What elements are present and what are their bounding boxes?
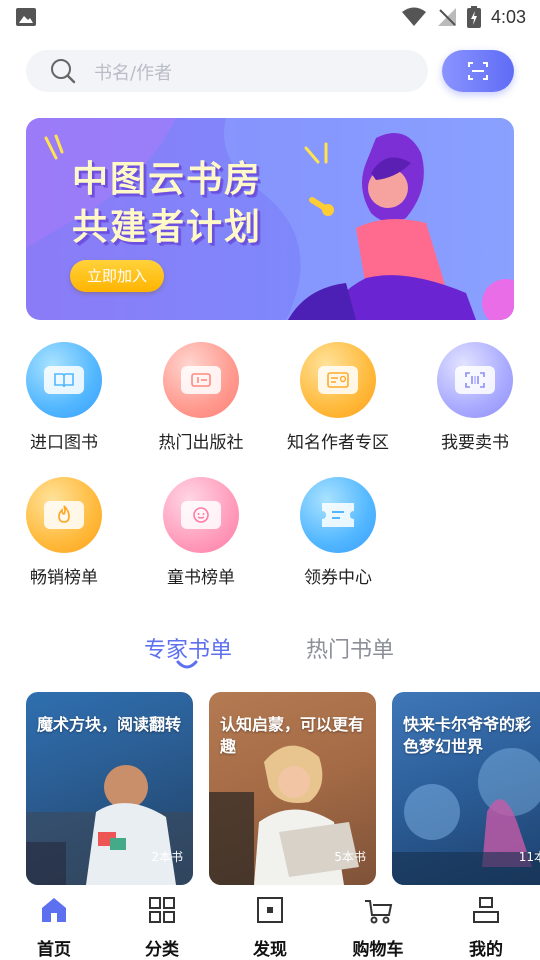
wifi-icon (401, 7, 426, 26)
nav-label: 发现 (253, 940, 287, 960)
nav-home[interactable]: 首页 (14, 895, 94, 960)
booklist-card[interactable]: 魔术方块，阅读翻转 2本书 (26, 692, 193, 885)
booklist-title: 魔术方块，阅读翻转 (37, 715, 182, 734)
booklist-title: 认知启蒙，可以更有趣 (220, 715, 365, 756)
cart-icon (365, 900, 393, 924)
bottom-navigation: 首页 分类 发现 购物车 我的 (0, 885, 540, 960)
nav-profile[interactable]: 我的 (446, 895, 526, 960)
category-coupon-center[interactable]: 领券中心 (278, 477, 398, 588)
active-tab-indicator (176, 660, 198, 669)
promo-banner[interactable]: 中图云书房 共建者计划 立即加入 (26, 118, 514, 320)
scan-barcode-icon (437, 342, 513, 418)
home-icon (42, 898, 66, 922)
status-bar: 4:03 (0, 0, 540, 36)
book-icon (26, 342, 102, 418)
status-time: 4:03 (490, 6, 526, 27)
no-signal-icon (437, 8, 456, 26)
category-children-books[interactable]: 童书榜单 (141, 477, 261, 588)
grid-icon (149, 897, 175, 923)
join-now-button[interactable]: 立即加入 (70, 260, 164, 292)
profile-icon (473, 897, 499, 923)
category-label: 畅销榜单 (30, 568, 98, 588)
booklist-count: 11本书 (518, 850, 540, 864)
category-imported-books[interactable]: 进口图书 (4, 342, 124, 453)
category-label: 童书榜单 (167, 568, 235, 588)
booklist-title: 快来卡尔爷爷的彩色梦幻世界 (403, 715, 532, 756)
flame-icon (26, 477, 102, 553)
nav-cart[interactable]: 购物车 (338, 895, 418, 960)
search-icon (51, 59, 76, 84)
nav-label: 首页 (37, 940, 71, 960)
category-label: 进口图书 (30, 433, 98, 453)
booklist-count: 5本书 (334, 850, 366, 864)
booklist-card[interactable]: 认知启蒙，可以更有趣 5本书 (209, 692, 376, 885)
booklist-card[interactable]: 快来卡尔爷爷的彩色梦幻世界 11本书 (392, 692, 540, 885)
scan-icon (468, 62, 488, 80)
image-notification-icon (16, 8, 36, 26)
booklist-count: 2本书 (151, 850, 183, 864)
banner-title-line2: 共建者计划 (72, 207, 263, 248)
battery-icon (466, 6, 481, 28)
banner-title-line1: 中图云书房 (72, 159, 263, 200)
search-input[interactable]: 书名/作者 (94, 59, 172, 85)
tab-popular-booklists[interactable]: 热门书单 (306, 632, 394, 664)
ticket-icon (163, 342, 239, 418)
search-bar[interactable]: 书名/作者 (26, 50, 428, 92)
category-label: 知名作者专区 (287, 433, 389, 453)
category-popular-publishers[interactable]: 热门出版社 (141, 342, 261, 453)
nav-label: 分类 (145, 940, 179, 960)
discover-icon (257, 897, 283, 923)
nav-label: 购物车 (352, 940, 404, 960)
coupon-icon (300, 477, 376, 553)
category-bestsellers[interactable]: 畅销榜单 (4, 477, 124, 588)
category-sell-books[interactable]: 我要卖书 (415, 342, 535, 453)
category-label: 领券中心 (304, 568, 372, 588)
category-label: 热门出版社 (158, 433, 244, 453)
category-famous-authors[interactable]: 知名作者专区 (278, 342, 398, 453)
banner-title: 中图云书房 共建者计划 (72, 156, 262, 252)
nav-discover[interactable]: 发现 (230, 895, 310, 960)
nav-label: 我的 (469, 940, 503, 960)
child-face-icon (163, 477, 239, 553)
scan-button[interactable] (442, 50, 514, 92)
author-card-icon (300, 342, 376, 418)
category-label: 我要卖书 (441, 433, 509, 453)
nav-categories[interactable]: 分类 (122, 895, 202, 960)
